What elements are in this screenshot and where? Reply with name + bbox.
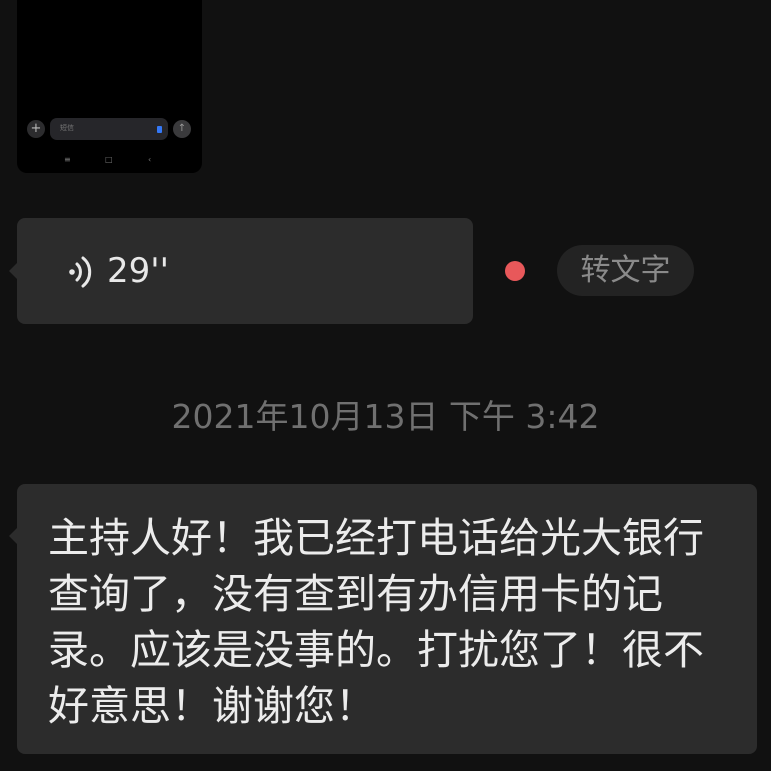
- back-icon: ‹: [148, 155, 152, 164]
- thumbnail-input-row: + 短信 ↑: [25, 118, 195, 142]
- bubble-tail: [9, 528, 17, 544]
- unread-indicator: [505, 261, 525, 281]
- bubble-tail: [9, 263, 17, 279]
- voice-waves-icon: [69, 256, 92, 288]
- voice-duration: 29'': [107, 251, 169, 291]
- plus-icon: +: [27, 120, 45, 138]
- image-message-thumbnail[interactable]: + 短信 ↑ ≡ □ ‹: [17, 0, 202, 173]
- menu-icon: ≡: [64, 155, 71, 164]
- arrow-up-icon: ↑: [173, 120, 191, 138]
- voice-message-bubble[interactable]: 29'': [9, 218, 473, 324]
- bookmark-icon: [157, 126, 162, 133]
- transcribe-button[interactable]: 转文字: [557, 245, 694, 296]
- thumbnail-input-placeholder: 短信: [60, 124, 74, 132]
- thumbnail-nav-bar: ≡ □ ‹: [17, 155, 202, 167]
- message-timestamp: 2021年10月13日 下午 3:42: [171, 397, 600, 436]
- thumbnail-input-field: 短信: [50, 118, 168, 140]
- message-text: 主持人好！我已经打电话给光大银行查询了，没有查到有办信用卡的记录。应该是没事的。…: [48, 514, 704, 730]
- text-message-bubble[interactable]: 主持人好！我已经打电话给光大银行查询了，没有查到有办信用卡的记录。应该是没事的。…: [9, 484, 757, 754]
- home-icon: □: [105, 155, 113, 164]
